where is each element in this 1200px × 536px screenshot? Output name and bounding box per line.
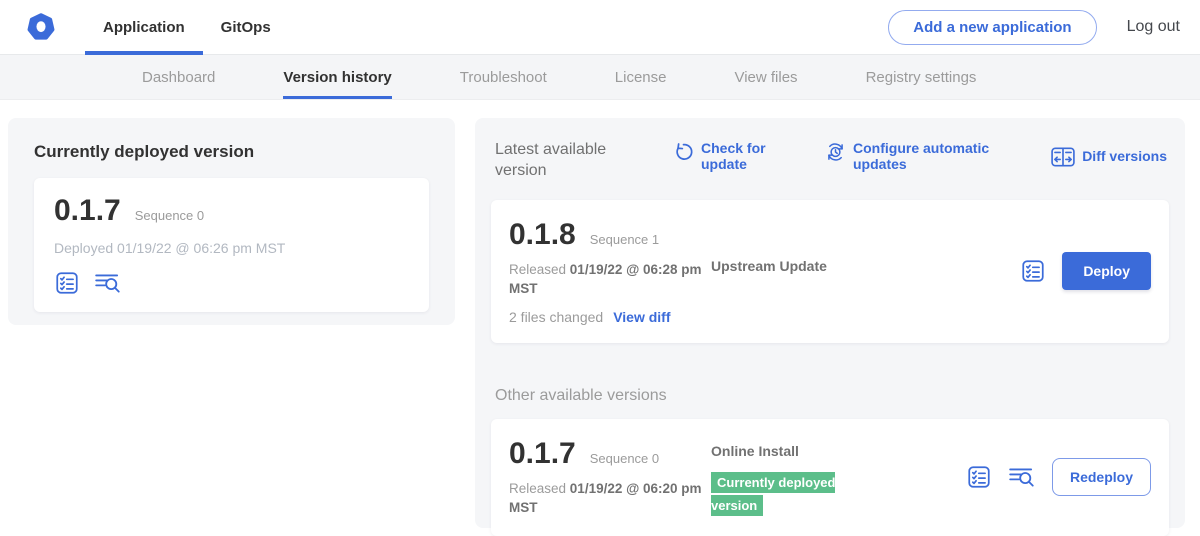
other-sequence-label: Sequence 0: [590, 451, 659, 466]
diff-versions-label: Diff versions: [1082, 148, 1167, 164]
top-navbar: Application GitOps Add a new application…: [0, 0, 1200, 55]
subnav-view-files[interactable]: View files: [734, 55, 797, 99]
app-subnav: Dashboard Version history Troubleshoot L…: [0, 55, 1200, 100]
configure-automatic-updates-label: Configure automatic updates: [853, 140, 993, 172]
currently-deployed-badge: Currently deployed version: [711, 472, 835, 516]
main-content: Currently deployed version 0.1.7 Sequenc…: [0, 100, 1200, 536]
logout-link[interactable]: Log out: [1127, 18, 1180, 36]
diff-versions-link[interactable]: Diff versions: [1051, 140, 1167, 172]
tab-gitops[interactable]: GitOps: [203, 0, 289, 55]
files-changed-label: 2 files changed: [509, 309, 603, 325]
refresh-icon: [673, 141, 694, 163]
preflight-checklist-icon[interactable]: [966, 464, 992, 490]
subnav-registry-settings[interactable]: Registry settings: [866, 55, 977, 99]
diff-versions-icon: [1051, 147, 1075, 167]
preflight-checklist-icon[interactable]: [1020, 258, 1046, 284]
other-versions-title: Other available versions: [495, 387, 1169, 405]
latest-available-title: Latest available version: [495, 140, 647, 182]
other-version-number: 0.1.7: [509, 437, 576, 471]
available-versions-panel: Latest available version Check for updat…: [475, 118, 1185, 528]
subnav-version-history[interactable]: Version history: [283, 55, 391, 99]
add-new-application-button[interactable]: Add a new application: [888, 10, 1096, 45]
deploy-button[interactable]: Deploy: [1062, 252, 1151, 290]
configure-automatic-updates-link[interactable]: Configure automatic updates: [825, 140, 993, 172]
currently-deployed-title: Currently deployed version: [34, 142, 429, 162]
latest-released-timestamp: Released 01/19/22 @ 06:28 pm MST: [509, 260, 704, 299]
tab-application-label: Application: [103, 19, 185, 36]
deployed-version-card: 0.1.7 Sequence 0 Deployed 01/19/22 @ 06:…: [34, 178, 429, 312]
auto-update-clock-icon: [825, 141, 846, 163]
deployed-timestamp: Deployed 01/19/22 @ 06:26 pm MST: [54, 240, 409, 256]
preflight-checklist-icon[interactable]: [54, 270, 80, 296]
redeploy-button[interactable]: Redeploy: [1052, 458, 1151, 496]
view-diff-link[interactable]: View diff: [613, 309, 670, 325]
subnav-license[interactable]: License: [615, 55, 667, 99]
check-for-update-link[interactable]: Check for update: [673, 140, 767, 172]
tab-application[interactable]: Application: [85, 0, 203, 55]
subnav-troubleshoot[interactable]: Troubleshoot: [460, 55, 547, 99]
latest-version-number: 0.1.8: [509, 218, 576, 252]
subnav-dashboard[interactable]: Dashboard: [142, 55, 215, 99]
view-logs-icon[interactable]: [1008, 464, 1036, 490]
currently-deployed-panel: Currently deployed version 0.1.7 Sequenc…: [8, 118, 455, 325]
tab-gitops-label: GitOps: [221, 19, 271, 36]
latest-sequence-label: Sequence 1: [590, 232, 659, 247]
check-for-update-label: Check for update: [701, 140, 767, 172]
latest-source-label: Upstream Update: [711, 258, 901, 325]
other-released-timestamp: Released 01/19/22 @ 06:20 pm MST: [509, 479, 704, 518]
deployed-sequence-label: Sequence 0: [135, 208, 204, 223]
top-tabs: Application GitOps: [85, 0, 289, 55]
deployed-version-number: 0.1.7: [54, 194, 121, 228]
other-source-label: Online Install: [711, 443, 901, 459]
kots-logo-icon: [25, 11, 57, 43]
version-row-other: 0.1.7 Sequence 0 Released 01/19/22 @ 06:…: [491, 419, 1169, 536]
view-logs-icon[interactable]: [94, 270, 122, 296]
version-row-latest: 0.1.8 Sequence 1 Released 01/19/22 @ 06:…: [491, 200, 1169, 343]
